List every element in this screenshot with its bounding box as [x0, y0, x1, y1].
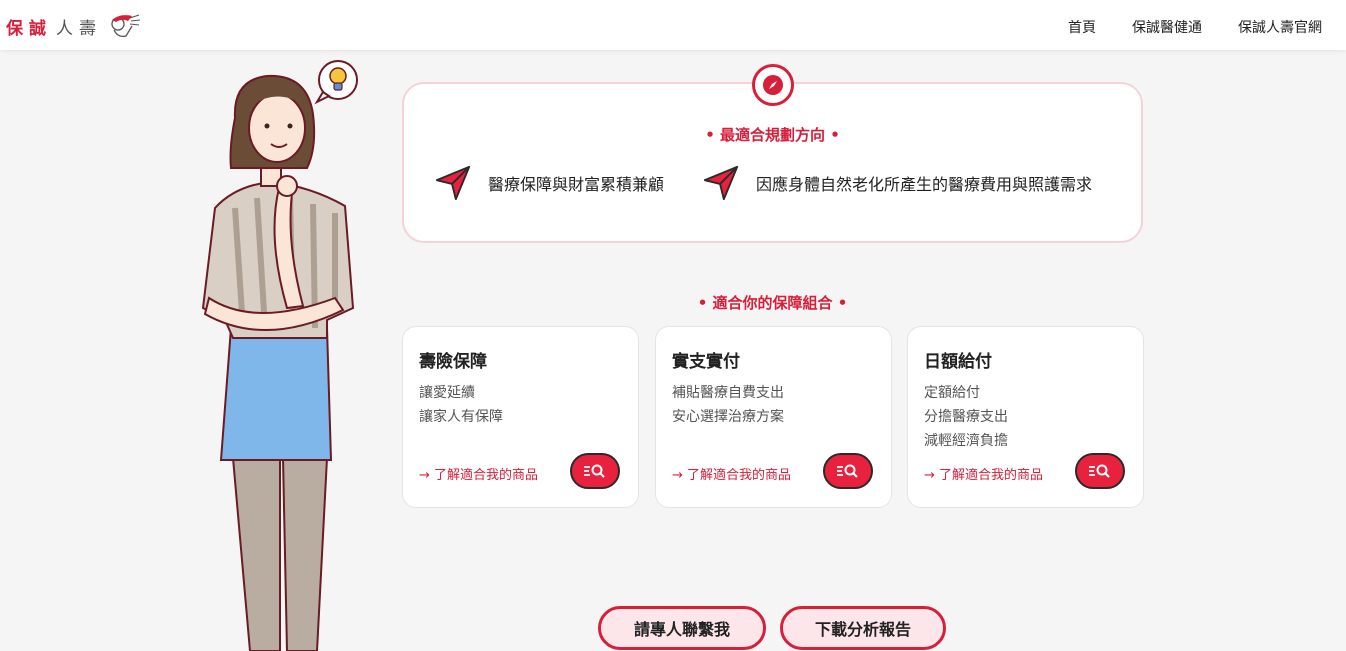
- planning-direction-card: • 最適合規劃方向 • 醫療保障與財富累積兼顧 因應身體自然老化所產生的醫療費用…: [402, 82, 1143, 243]
- paper-plane-icon: [435, 165, 471, 201]
- card-title: 實支實付: [672, 352, 740, 372]
- product-search-button[interactable]: [570, 453, 620, 489]
- logo-text-grey: 人壽: [56, 18, 102, 39]
- product-card-life: 壽險保障 讓愛延續 讓家人有保障 → 了解適合我的商品: [402, 326, 639, 508]
- list-search-icon: [837, 464, 858, 478]
- card-description: 定額給付 分擔醫療支出 減輕經濟負擔: [924, 381, 1008, 453]
- direction-item-text: 醫療保障與財富累積兼顧: [488, 175, 665, 194]
- protection-combo-title: • 適合你的保障組合 •: [697, 294, 848, 312]
- learn-products-link[interactable]: → 了解適合我的商品: [672, 464, 791, 483]
- product-search-button[interactable]: [1075, 453, 1125, 489]
- main-nav: 首頁 保誠醫健通 保誠人壽官網: [1068, 17, 1322, 37]
- card-line: 定額給付: [924, 385, 980, 401]
- download-report-button[interactable]: 下載分析報告: [780, 606, 946, 650]
- direction-item: 醫療保障與財富累積兼顧: [434, 164, 664, 202]
- planning-direction-title: • 最適合規劃方向 •: [705, 126, 840, 144]
- learn-products-link[interactable]: → 了解適合我的商品: [924, 464, 1043, 483]
- product-card-daily-benefit: 日額給付 定額給付 分擔醫療支出 減輕經濟負擔 → 了解適合我的商品: [907, 326, 1144, 508]
- card-title: 壽險保障: [419, 352, 487, 372]
- card-line: 補貼醫療自費支出: [672, 385, 784, 401]
- header: 保誠 人壽 首頁 保誠醫健通 保誠人壽官網: [0, 0, 1346, 50]
- logo-lady-emblem-icon: [111, 14, 141, 38]
- card-line: 讓家人有保障: [419, 409, 503, 425]
- card-line: 安心選擇治療方案: [672, 409, 784, 425]
- direction-item-text: 因應身體自然老化所產生的醫療費用與照護需求: [756, 175, 1093, 194]
- thinking-woman-illustration: [201, 60, 358, 651]
- card-line: 讓愛延續: [419, 385, 475, 401]
- lightbulb-bubble-icon: [314, 60, 358, 105]
- prudential-logo[interactable]: 保誠 人壽: [6, 12, 142, 40]
- nav-health-pass[interactable]: 保誠醫健通: [1132, 17, 1202, 37]
- nav-home[interactable]: 首頁: [1068, 17, 1096, 37]
- card-title: 日額給付: [924, 352, 992, 372]
- card-description: 讓愛延續 讓家人有保障: [419, 381, 503, 429]
- card-line: 分擔醫療支出: [924, 409, 1008, 425]
- paper-plane-icon: [703, 165, 739, 201]
- product-card-reimbursement: 實支實付 補貼醫療自費支出 安心選擇治療方案 → 了解適合我的商品: [655, 326, 892, 508]
- direction-item: 因應身體自然老化所產生的醫療費用與照護需求: [702, 164, 1092, 202]
- learn-products-link[interactable]: → 了解適合我的商品: [419, 464, 538, 483]
- list-search-icon: [1089, 464, 1110, 478]
- card-description: 補貼醫療自費支出 安心選擇治療方案: [672, 381, 784, 429]
- nav-official-site[interactable]: 保誠人壽官網: [1238, 17, 1322, 37]
- product-search-button[interactable]: [823, 453, 873, 489]
- card-line: 減輕經濟負擔: [924, 433, 1008, 449]
- contact-agent-button[interactable]: 請專人聯繫我: [598, 606, 766, 650]
- list-search-icon: [584, 464, 605, 478]
- compass-icon: [752, 64, 794, 106]
- logo-text-red: 保誠: [6, 18, 52, 39]
